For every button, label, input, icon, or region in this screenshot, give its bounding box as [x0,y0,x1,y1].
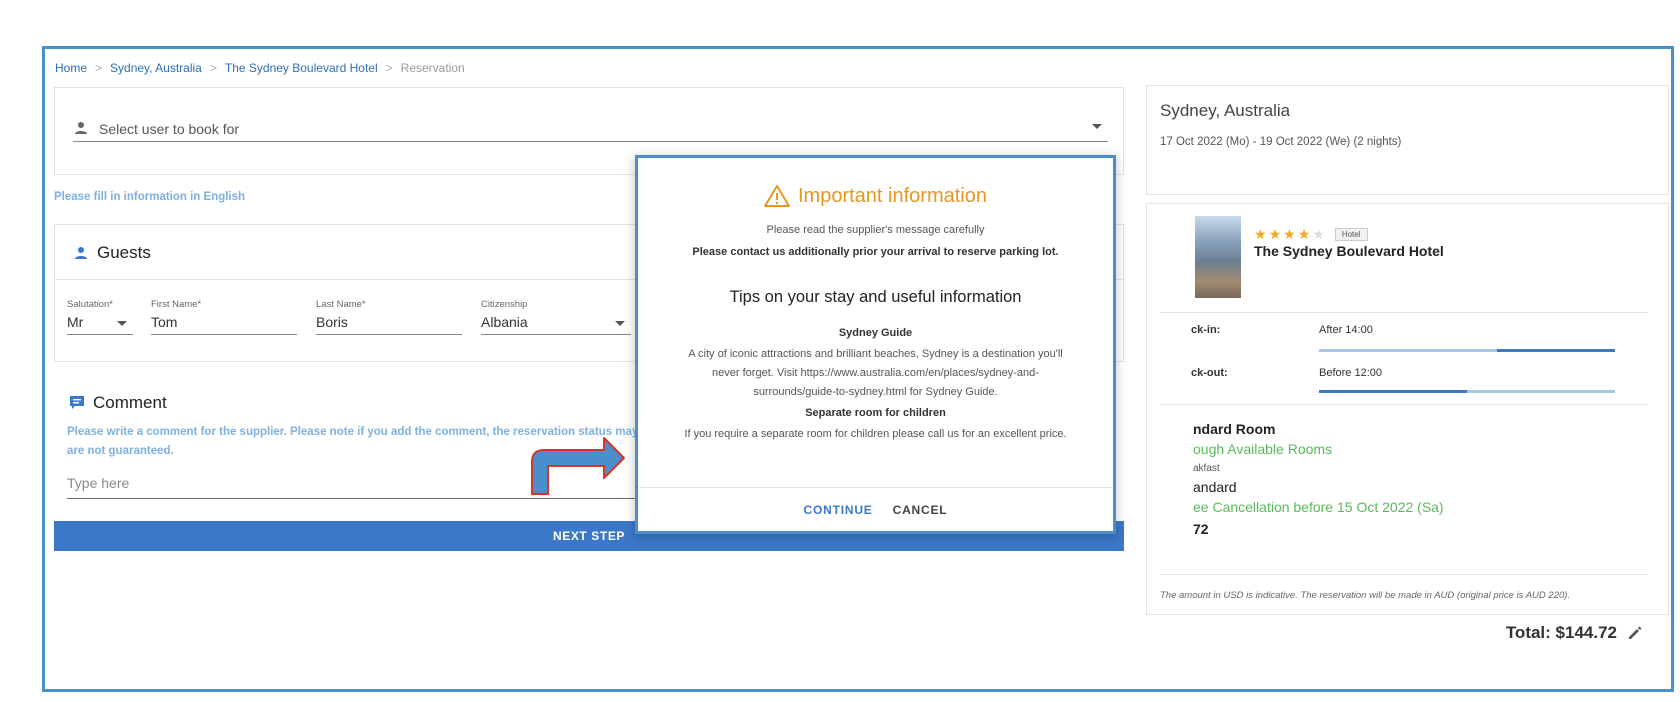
hotel-name: The Sydney Boulevard Hotel [1254,243,1444,259]
first-name-label: First Name* [151,299,202,310]
last-name-label: Last Name* [316,299,366,310]
checkout-bar-fill [1319,390,1467,393]
divider [1160,404,1648,405]
star-icon: ★ [1254,226,1269,242]
dialog-subtitle: Please read the supplier's message caref… [766,224,985,236]
children-title: Separate room for children [805,407,946,419]
salutation-select[interactable]: Mr [67,314,133,335]
tips-title: Tips on your stay and useful information [729,288,1022,306]
comment-title: Comment [69,393,167,413]
star-icon: ★ [1283,226,1298,242]
room-source: ough Available Rooms [1193,441,1333,457]
first-name-field[interactable]: First Name* Tom [151,299,297,335]
edit-pencil-icon[interactable] [1627,625,1643,641]
breadcrumb-separator: > [385,61,393,75]
english-note: Please fill in information in English [54,191,246,203]
hotel-image [1195,216,1241,298]
checkout-bar [1319,390,1615,393]
user-select-dropdown[interactable]: Select user to book for [73,116,1108,142]
important-info-dialog: Important information Please read the su… [635,155,1116,534]
total-label: Total: $144.72 [1505,623,1617,642]
breadcrumb-separator: > [209,61,217,75]
citizenship-value: Albania [481,314,528,330]
summary-city: Sydney, Australia [1160,101,1291,120]
comment-icon [70,396,84,409]
comment-title-label: Comment [93,393,167,412]
citizenship-label: Citizenship [481,299,528,310]
children-text: If you require a separate room for child… [684,428,1067,440]
cancellation-policy: ee Cancellation before 15 Oct 2022 (Sa) [1193,499,1444,515]
salutation-value: Mr [67,314,84,330]
currency-disclaimer: The amount in USD is indicative. The res… [1160,590,1571,601]
guide-text: A city of iconic attractions and brillia… [688,348,1063,398]
first-name-input[interactable]: Tom [151,314,297,335]
breadcrumb-current: Reservation [400,61,465,75]
room-name: ndard Room [1193,421,1276,437]
checkin-value: After 14:00 [1319,324,1373,336]
person-icon [75,122,87,134]
breadcrumb-city[interactable]: Sydney, Australia [110,61,202,75]
salutation-field[interactable]: Salutation* Mr [67,299,133,335]
user-select-placeholder: Select user to book for [99,120,240,137]
star-icon: ★ [1268,226,1284,242]
continue-button[interactable]: CONTINUE [804,503,873,517]
checkout-label: ck-out: [1191,367,1228,379]
meal-plan: akfast [1193,463,1220,474]
divider [1160,574,1648,575]
person-icon [75,247,87,259]
breadcrumb-separator: > [95,61,103,75]
checkin-bar [1319,349,1615,352]
last-name-input[interactable]: Boris [316,314,462,335]
chevron-down-icon[interactable] [117,321,127,326]
breadcrumb-home[interactable]: Home [55,61,87,75]
chevron-down-icon[interactable] [615,321,625,326]
citizenship-select[interactable]: Albania [481,314,631,335]
breadcrumb: Home > Sydney, Australia > The Sydney Bo… [55,61,465,75]
dialog-title-label: Important information [798,184,987,207]
total-price: Total: $144.72 [1506,623,1643,643]
warning-icon [764,185,790,207]
cancel-button[interactable]: CANCEL [893,503,948,517]
chevron-down-icon[interactable] [1092,124,1102,129]
citizenship-field[interactable]: Citizenship Albania [481,299,631,335]
guide-title: Sydney Guide [838,327,913,339]
breadcrumb-hotel[interactable]: The Sydney Boulevard Hotel [225,61,378,75]
checkout-value: Before 12:00 [1319,367,1382,379]
room-price: 72 [1193,521,1209,537]
dialog-title: Important information [638,184,1113,208]
checkin-label: ck-in: [1191,324,1221,336]
hotel-type-badge: Hotel [1334,228,1368,241]
guests-title: Guests [73,243,151,263]
dialog-notice: Please contact us additionally prior you… [692,246,1059,258]
dialog-footer: CONTINUE CANCEL [638,487,1113,531]
star-empty-icon: ★ [1312,226,1327,242]
summary-dates: 17 Oct 2022 (Mo) - 19 Oct 2022 (We) (2 n… [1160,136,1402,148]
room-type: andard [1193,479,1237,495]
checkin-bar-fill [1496,349,1615,352]
hotel-card: ★ ★ ★ ★ ★ Hotel The Sydney Boulevard Hot… [1146,203,1669,615]
booking-summary-card: Sydney, Australia 17 Oct 2022 (Mo) - 19 … [1146,85,1669,195]
salutation-label: Salutation* [67,299,113,310]
last-name-field[interactable]: Last Name* Boris [316,299,462,335]
star-rating: ★ ★ ★ ★ ★ Hotel [1254,226,1368,243]
annotation-arrow-icon [531,437,625,495]
star-icon: ★ [1297,226,1313,242]
divider [1160,312,1648,313]
guests-title-label: Guests [97,243,151,262]
